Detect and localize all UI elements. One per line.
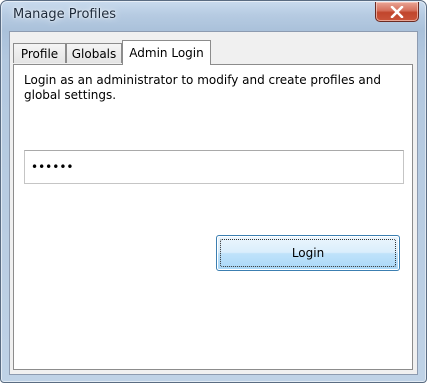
dialog-client-area: Profile Globals Admin Login Login as an … xyxy=(9,31,418,375)
login-button[interactable]: Login xyxy=(216,235,400,271)
admin-login-description: Login as an administrator to modify and … xyxy=(24,73,381,102)
tab-profile-label: Profile xyxy=(20,46,59,61)
focus-rectangle xyxy=(220,239,396,267)
tab-profile[interactable]: Profile xyxy=(13,43,66,63)
tab-globals-label: Globals xyxy=(71,46,117,61)
admin-login-panel: Login as an administrator to modify and … xyxy=(13,64,413,370)
manage-profiles-window: Manage Profiles Profile Globals Admin Lo… xyxy=(0,0,427,383)
tab-admin-login[interactable]: Admin Login xyxy=(122,40,211,65)
tab-strip: Profile Globals Admin Login xyxy=(13,40,413,65)
close-button[interactable] xyxy=(375,2,419,22)
close-icon xyxy=(390,5,404,18)
tab-globals[interactable]: Globals xyxy=(66,43,122,63)
title-bar[interactable]: Manage Profiles xyxy=(1,1,426,31)
tab-admin-login-label: Admin Login xyxy=(129,46,204,60)
window-title: Manage Profiles xyxy=(13,7,116,22)
password-field[interactable] xyxy=(24,150,404,184)
